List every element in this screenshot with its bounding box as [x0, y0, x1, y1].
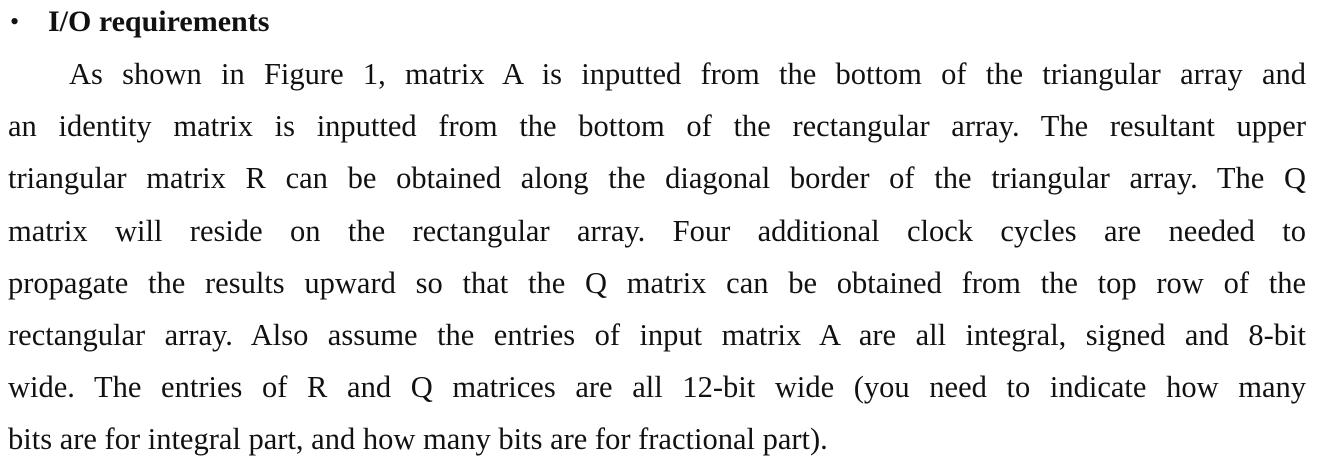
paragraph-line: bits are for integral part, and how many…	[8, 422, 828, 457]
paragraph-line: propagate the results upward so that the…	[8, 265, 1306, 300]
bullet-icon: •	[10, 7, 20, 36]
io-requirements-paragraph: As shown in Figure 1, matrix A is inputt…	[8, 48, 1306, 466]
paragraph-line: an identity matrix is inputted from the …	[8, 109, 1306, 144]
paragraph-line: rectangular array. Also assume the entri…	[8, 318, 1306, 353]
section-title: I/O requirements	[48, 5, 270, 38]
paragraph-line: wide. The entries of R and Q matrices ar…	[8, 370, 1306, 405]
paragraph-line: As shown in Figure 1, matrix A is inputt…	[69, 57, 1306, 91]
document-page: • I/O requirements As shown in Figure 1,…	[0, 0, 1317, 472]
paragraph-line: matrix will reside on the rectangular ar…	[8, 213, 1306, 248]
paragraph-line: triangular matrix R can be obtained alon…	[8, 161, 1306, 196]
section-heading: • I/O requirements	[10, 2, 269, 42]
